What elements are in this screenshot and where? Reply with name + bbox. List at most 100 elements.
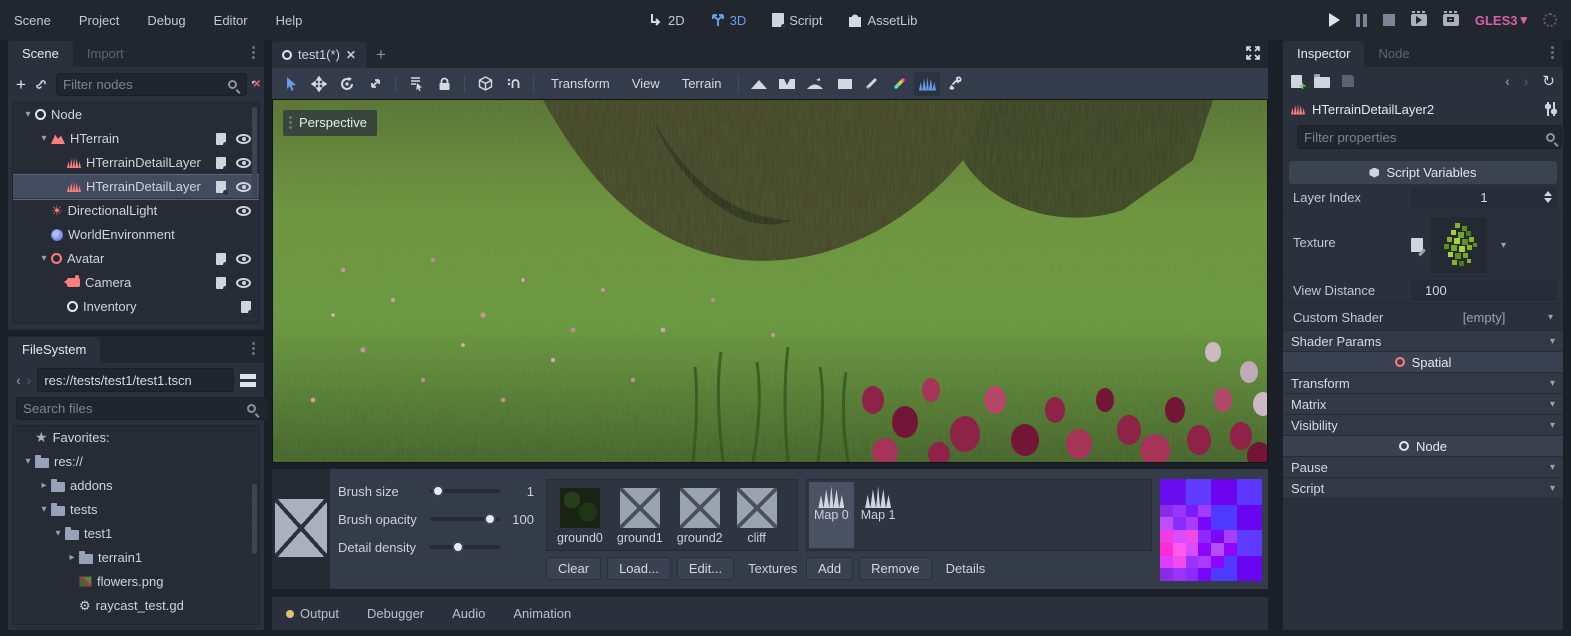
script-icon[interactable] (216, 253, 226, 265)
filter-properties-input[interactable] (1297, 125, 1562, 149)
chevron-down-icon[interactable]: ▾ (51, 528, 65, 539)
texture-thumbnail[interactable] (1431, 217, 1487, 273)
load-resource-folder-icon[interactable] (1314, 77, 1330, 88)
fs-item-favorites[interactable]: ★Favorites: (13, 426, 259, 450)
fs-back-button[interactable]: ‹ (16, 372, 21, 388)
play-custom-scene-button[interactable] (1443, 14, 1459, 26)
tree-node-inventory[interactable]: Inventory (13, 295, 259, 319)
fs-search-input[interactable] (16, 397, 269, 420)
terrain-smooth-tool-button[interactable] (802, 72, 828, 96)
new-scene-tab-button[interactable]: + (366, 45, 396, 68)
brush-size-slider[interactable] (430, 489, 500, 493)
brush-shape-thumbnail[interactable] (275, 499, 327, 557)
tree-node-worldenvironment[interactable]: WorldEnvironment (13, 223, 259, 247)
fs-path-field[interactable]: res://tests/test1/test1.tscn (37, 368, 234, 392)
chevron-down-icon[interactable]: ▾ (37, 133, 51, 144)
fs-item-tests[interactable]: ▾tests (13, 498, 259, 522)
expand-viewport-icon[interactable] (1246, 46, 1260, 63)
fs-item-raycast-test-gd[interactable]: ⚙raycast_test.gd (13, 594, 259, 618)
history-forward-icon[interactable]: › (1524, 73, 1529, 89)
filter-nodes-input[interactable] (56, 73, 247, 96)
script-icon[interactable] (216, 181, 226, 193)
texture-cliff[interactable]: cliff (737, 488, 777, 550)
menu-view[interactable]: View (622, 76, 670, 91)
section-pause[interactable]: Pause▾ (1283, 457, 1563, 478)
terrain-lower-tool-button[interactable] (774, 72, 800, 96)
detail-density-slider[interactable] (430, 545, 500, 549)
pause-button[interactable] (1356, 14, 1367, 27)
scene-tree-scrollbar[interactable] (252, 107, 257, 197)
menu-editor[interactable]: Editor (200, 13, 262, 28)
tab-scene[interactable]: Scene (8, 41, 73, 67)
tree-node-root[interactable]: ▾Node (13, 103, 259, 127)
menu-scene[interactable]: Scene (0, 13, 65, 28)
mode-3d-button[interactable]: 3D (702, 0, 756, 40)
terrain-raise-tool-button[interactable] (746, 72, 772, 96)
play-button[interactable] (1329, 13, 1340, 27)
add-node-button[interactable]: + (16, 75, 26, 95)
tab-animation[interactable]: Animation (499, 606, 585, 621)
terrain-detail-grass-tool-button[interactable] (914, 72, 940, 96)
texture-ground1[interactable]: ground1 (617, 488, 663, 550)
menu-transform[interactable]: Transform (541, 76, 620, 91)
menu-project[interactable]: Project (65, 13, 133, 28)
scene-tab-test1[interactable]: test1(*) ✕ (272, 42, 366, 68)
fs-item-test1[interactable]: ▾test1 (13, 522, 259, 546)
lock-tool-button[interactable] (431, 72, 457, 96)
visibility-eye-icon[interactable] (236, 206, 251, 216)
terrain-flatten-tool-button[interactable] (830, 72, 856, 96)
viewport-3d[interactable]: Perspective (272, 99, 1268, 463)
snap-tool-button[interactable] (500, 72, 526, 96)
new-resource-icon[interactable] (1291, 75, 1302, 88)
script-icon[interactable] (216, 157, 226, 169)
mode-assetlib-button[interactable]: AssetLib (839, 0, 926, 40)
history-icon[interactable]: ↻ (1542, 72, 1555, 90)
layer-index-spinbox[interactable]: 1 (1411, 187, 1557, 208)
texture-dropdown-icon[interactable]: ▾ (1501, 240, 1506, 251)
fs-scrollbar[interactable] (252, 484, 257, 554)
update-spinner-icon[interactable] (1543, 13, 1557, 27)
map-1-item[interactable]: Map 1 (856, 482, 901, 548)
fs-forward-button[interactable]: › (27, 372, 32, 388)
dock-menu-icon[interactable] (252, 340, 256, 357)
menu-debug[interactable]: Debug (133, 13, 199, 28)
script-variables-header[interactable]: Script Variables (1289, 161, 1557, 184)
terrain-holes-shovel-button[interactable] (942, 72, 968, 96)
tree-node-avatar[interactable]: ▾Avatar (13, 247, 259, 271)
map-0-item[interactable]: Map 0 (809, 482, 854, 548)
move-tool-button[interactable] (306, 72, 332, 96)
section-shader-params[interactable]: Shader Params▾ (1283, 331, 1563, 352)
details-caption[interactable]: Details (946, 561, 986, 576)
list-select-tool-button[interactable] (403, 72, 429, 96)
visibility-eye-icon[interactable] (236, 182, 251, 192)
perspective-menu[interactable]: Perspective (283, 110, 377, 136)
history-back-icon[interactable]: ‹ (1505, 73, 1510, 89)
tab-output[interactable]: Output (272, 606, 353, 621)
fs-item-flowers-png[interactable]: flowers.png (13, 570, 259, 594)
spinner-arrows-icon[interactable] (1544, 191, 1552, 203)
chevron-down-icon[interactable]: ▾ (21, 456, 35, 467)
fs-item-res[interactable]: ▾res:// (13, 450, 259, 474)
visibility-eye-icon[interactable] (236, 158, 251, 168)
detail-density-map-preview[interactable] (1160, 479, 1262, 581)
section-transform[interactable]: Transform▾ (1283, 373, 1563, 394)
chevron-down-icon[interactable]: ▾ (37, 504, 51, 515)
script-icon[interactable] (241, 301, 251, 313)
tab-import[interactable]: Import (73, 41, 138, 67)
terrain-paint-brush-button[interactable] (858, 72, 884, 96)
edit-texture-icon[interactable] (1411, 238, 1423, 252)
view-distance-field[interactable]: 100 (1411, 280, 1557, 301)
dock-menu-icon[interactable] (1551, 44, 1555, 61)
brush-opacity-slider[interactable] (430, 517, 500, 521)
instance-scene-button[interactable] (35, 77, 47, 92)
save-resource-icon[interactable] (1342, 75, 1354, 87)
chevron-right-icon[interactable]: ▸ (65, 552, 79, 563)
fs-item-terrain1[interactable]: ▸terrain1 (13, 546, 259, 570)
tab-audio[interactable]: Audio (438, 606, 499, 621)
add-button[interactable]: Add (806, 557, 853, 580)
tab-node[interactable]: Node (1364, 41, 1423, 67)
visibility-eye-icon[interactable] (236, 278, 251, 288)
group-tool-button[interactable] (472, 72, 498, 96)
clear-button[interactable]: Clear (546, 557, 601, 580)
stop-button[interactable] (1383, 14, 1395, 26)
